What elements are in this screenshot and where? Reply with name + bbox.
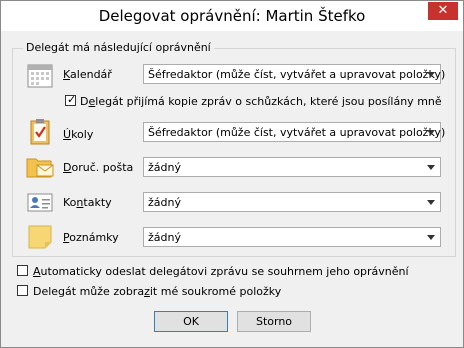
- inbox-folder-icon: [26, 158, 54, 178]
- auto-send-label-rest: utomaticky odeslat delegátovi zprávu se …: [40, 265, 409, 278]
- ok-button[interactable]: OK: [154, 311, 228, 332]
- permissions-group-legend: Delegát má následující oprávnění: [23, 41, 214, 54]
- checkmark-icon: ✓: [67, 93, 77, 106]
- notes-label: Poznámky: [63, 231, 119, 244]
- private-items-label-rest: it mé soukromé položky: [149, 285, 282, 298]
- contacts-label-rest: takty: [83, 196, 112, 209]
- calendar-permission-value: Šéfredaktor (může číst, vytvářet a uprav…: [148, 68, 446, 81]
- note-icon: [28, 225, 52, 249]
- cancel-button[interactable]: Storno: [237, 311, 311, 332]
- calendar-label-rest: alendář: [70, 68, 112, 81]
- inbox-permission-select[interactable]: žádný: [143, 157, 441, 177]
- dialog-title: Delegovat oprávnění: Martin Štefko: [98, 7, 366, 25]
- tasks-label: Úkoly: [63, 128, 93, 141]
- tasks-label-rest: koly: [71, 128, 94, 141]
- meeting-copy-checkbox[interactable]: ✓: [65, 93, 77, 106]
- calendar-label-accel: K: [63, 68, 71, 81]
- contact-card-icon: [27, 193, 53, 212]
- auto-send-summary-checkbox[interactable]: [17, 265, 28, 276]
- chevron-down-icon: [427, 235, 435, 240]
- inbox-label: Doruč. pošta: [63, 161, 133, 174]
- auto-send-summary-label[interactable]: Automaticky odeslat delegátovi zprávu se…: [33, 265, 409, 278]
- contacts-label: Kontakty: [63, 196, 112, 209]
- tasks-permission-select[interactable]: Šéfredaktor (může číst, vytvářet a uprav…: [143, 122, 445, 142]
- notes-label-rest: oznámky: [69, 231, 119, 244]
- private-items-label-part: Delegát může zobra: [33, 285, 145, 298]
- auto-send-label-accel: A: [33, 265, 41, 278]
- private-items-checkbox[interactable]: [17, 285, 28, 296]
- chevron-down-icon: [427, 165, 435, 170]
- notes-permission-select[interactable]: žádný: [143, 227, 441, 247]
- contacts-permission-value: žádný: [148, 196, 181, 209]
- dialog-window: Delegovat oprávnění: Martin Štefko ✕ Del…: [0, 0, 464, 348]
- contacts-permission-select[interactable]: žádný: [143, 192, 441, 212]
- calendar-label: Kalendář: [63, 68, 112, 81]
- contacts-label-part: Ko: [63, 196, 77, 209]
- private-items-label[interactable]: Delegát může zobrazit mé soukromé položk…: [33, 285, 281, 298]
- tasks-label-accel: Ú: [63, 128, 72, 141]
- tasks-clipboard-icon: [30, 119, 50, 145]
- calendar-icon: [27, 64, 53, 88]
- inbox-permission-value: žádný: [148, 161, 181, 174]
- notes-permission-value: žádný: [148, 231, 181, 244]
- tasks-permission-value: Šéfredaktor (může číst, vytvářet a uprav…: [148, 126, 446, 139]
- chevron-down-icon: [427, 130, 435, 135]
- calendar-permission-select[interactable]: Šéfredaktor (může číst, vytvářet a uprav…: [143, 64, 445, 84]
- meeting-copy-label-rest: legát přijímá kopie zpráv o schůzkách, k…: [95, 95, 442, 108]
- chevron-down-icon: [427, 200, 435, 205]
- meeting-copy-label[interactable]: Delegát přijímá kopie zpráv o schůzkách,…: [80, 95, 442, 108]
- close-button[interactable]: ✕: [428, 2, 458, 20]
- chevron-down-icon: [427, 72, 435, 77]
- inbox-label-rest: oruč. pošta: [71, 161, 134, 174]
- title-bar: Delegovat oprávnění: Martin Štefko ✕: [1, 1, 463, 31]
